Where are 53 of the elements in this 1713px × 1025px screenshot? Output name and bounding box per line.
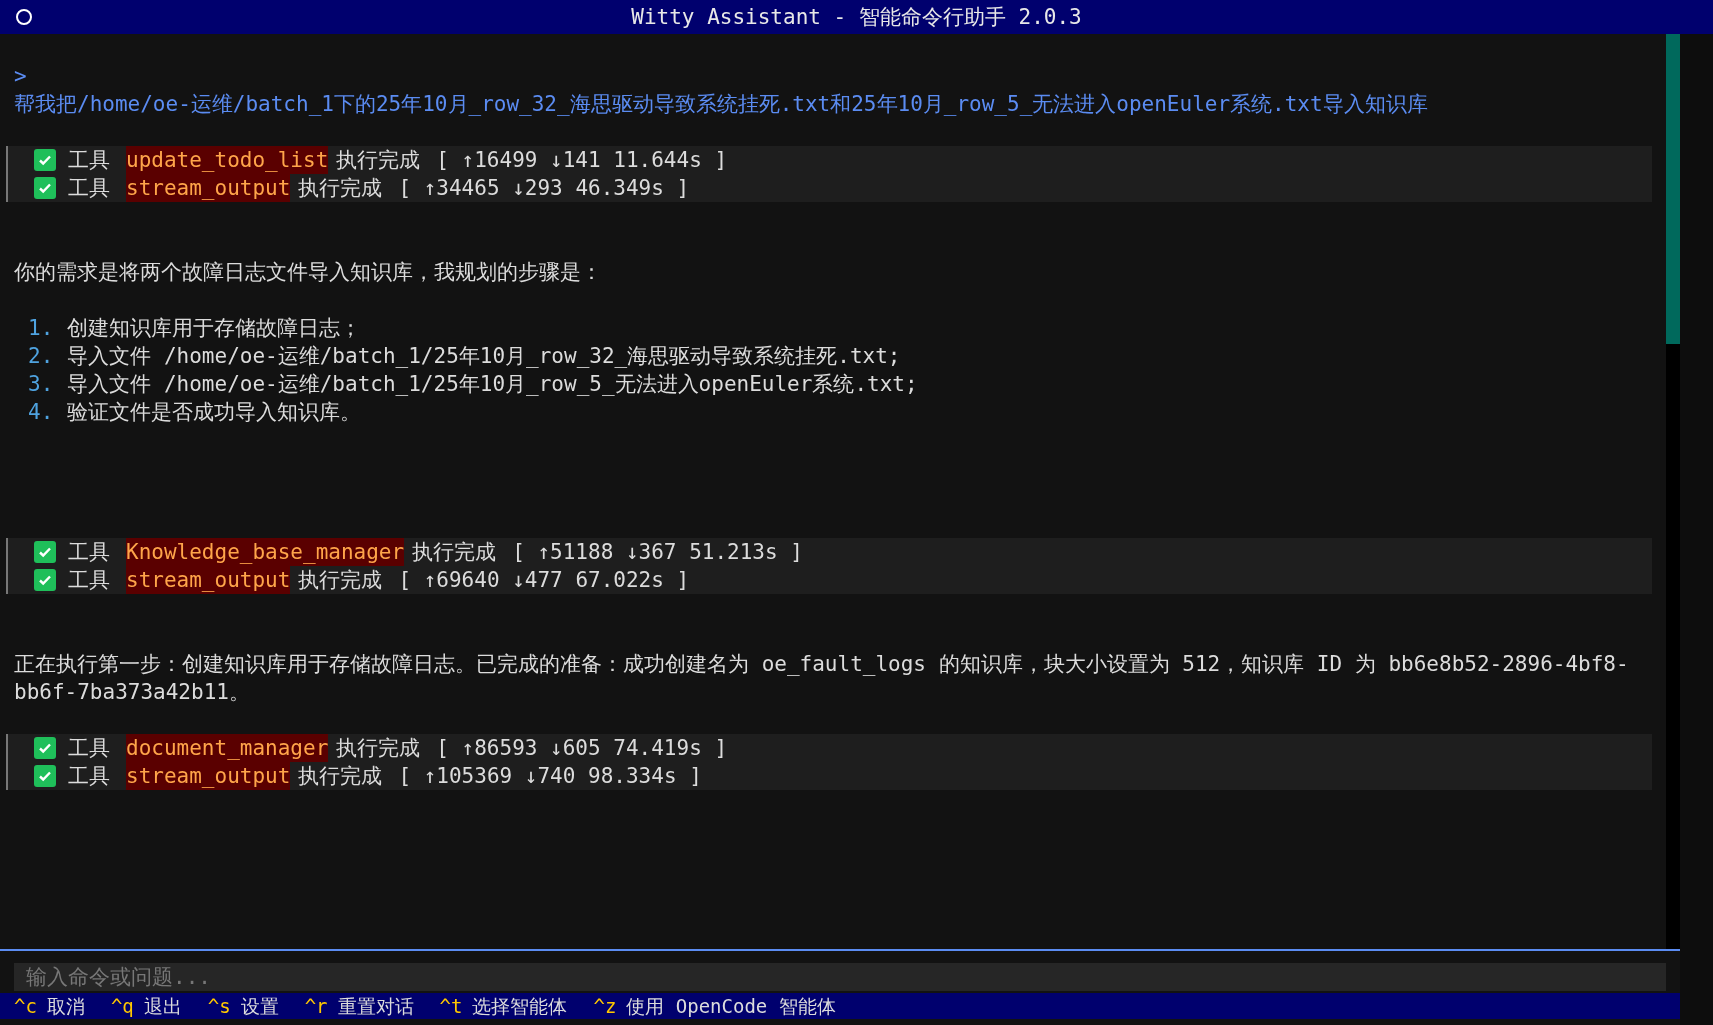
tool-status: 执行完成 (298, 763, 383, 790)
list-number: 1. (28, 315, 54, 342)
tool-name: stream_output (126, 762, 291, 790)
shortcut-label[interactable]: 取消 (46, 993, 85, 1019)
list-item-text: 创建知识库用于存储故障日志； (67, 315, 362, 342)
tool-status: 执行完成 (298, 175, 383, 202)
shortcut-label[interactable]: 选择智能体 (472, 993, 568, 1019)
list-number: 3. (28, 371, 54, 398)
shortcut-label[interactable]: 重置对话 (337, 993, 414, 1019)
tool-name: Knowledge_base_manager (126, 538, 405, 566)
tool-stats: [ ↑86593 ↓605 74.419s ] (436, 735, 728, 762)
tool-status: 执行完成 (298, 567, 383, 594)
tool-stats: [ ↑105369 ↓740 98.334s ] (398, 763, 702, 790)
assistant-message: 正在执行第一步：创建知识库用于存储故障日志。已完成的准备：成功创建名为 oe_fault_logs 的知识库，块大小设置为 512，知识库 ID 为 bb6e8b52-2896-4bf8-bb6f-7ba373a42b11。 (14, 651, 1630, 706)
tool-label: 工具 (68, 147, 110, 174)
assistant-message: 你的需求是将两个故障日志文件导入知识库，我规划的步骤是： (14, 259, 603, 286)
list-item-text: 验证文件是否成功导入知识库。 (67, 399, 362, 426)
scrollbar-thumb[interactable] (1666, 34, 1680, 344)
shortcut-key: ^q (110, 993, 134, 1019)
tool-status: 执行完成 (336, 735, 421, 762)
shortcut-key: ^z (593, 993, 617, 1019)
prompt-symbol: > (14, 63, 28, 90)
tool-status: 执行完成 (336, 147, 421, 174)
shortcut-label[interactable]: 退出 (143, 993, 182, 1019)
list-item-text: 导入文件 /home/oe-运维/batch_1/25年10月_row_5_无法进入openEuler系统.txt; (67, 371, 918, 398)
tool-stats: [ ↑51188 ↓367 51.213s ] (512, 539, 803, 566)
tool-name: stream_output (126, 174, 291, 202)
shortcut-key: ^r (304, 993, 328, 1019)
tool-label: 工具 (68, 735, 110, 762)
shortcut-key: ^s (207, 993, 231, 1019)
scrollbar[interactable] (1666, 34, 1680, 949)
tool-status: 执行完成 (412, 539, 497, 566)
window-title: Witty Assistant - 智能命令行助手 2.0.3 (631, 4, 1082, 31)
shortcut-label[interactable]: 使用 OpenCode 智能体 (626, 993, 836, 1019)
user-message: 帮我把/home/oe-运维/batch_1下的25年10月_row_32_海思驱动导致系统挂死.txt和25年10月_row_5_无法进入openEuler系统.txt导入知识库 (14, 91, 1429, 118)
tool-label: 工具 (68, 763, 110, 790)
shortcut-label[interactable]: 设置 (240, 993, 279, 1019)
shortcut-key: ^c (14, 993, 37, 1019)
circle-icon (16, 9, 32, 25)
tool-stats: [ ↑34465 ↓293 46.349s ] (398, 175, 690, 202)
list-number: 4. (28, 399, 54, 426)
tool-stats: [ ↑69640 ↓477 67.022s ] (398, 567, 690, 594)
shortcut-key: ^t (439, 993, 463, 1019)
list-number: 2. (28, 343, 54, 370)
tool-label: 工具 (68, 567, 110, 594)
tool-label: 工具 (68, 539, 110, 566)
tool-stats: [ ↑16499 ↓141 11.644s ] (436, 147, 728, 174)
list-item-text: 导入文件 /home/oe-运维/batch_1/25年10月_row_32_海思驱动导致系统挂死.txt; (67, 343, 901, 370)
tool-label: 工具 (68, 175, 110, 202)
command-input-field[interactable]: 输入命令或问题... (14, 963, 1666, 991)
tool-name: stream_output (126, 566, 291, 594)
tool-name: update_todo_list (126, 146, 329, 174)
tool-name: document_manager (126, 734, 329, 762)
